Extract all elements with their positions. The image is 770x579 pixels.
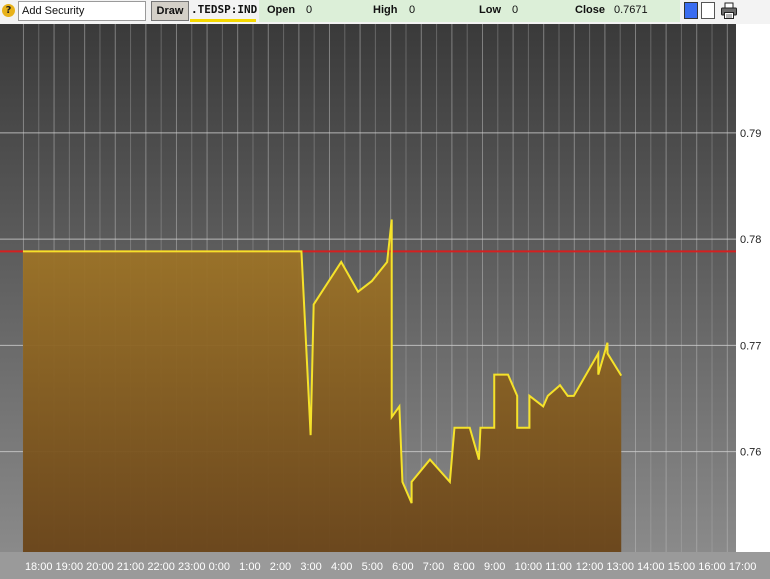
open-label: Open	[267, 4, 296, 16]
x-tick-label: 1:00	[239, 561, 260, 573]
y-tick-label: 0.76	[740, 447, 761, 459]
white-color-swatch[interactable]	[701, 2, 715, 19]
x-tick-label: 5:00	[362, 561, 383, 573]
x-tick-label: 12:00	[576, 561, 604, 573]
x-tick-label: 4:00	[331, 561, 352, 573]
low-value: 0	[512, 4, 519, 16]
x-tick-label: 10:00	[515, 561, 543, 573]
price-chart[interactable]: 0.76 0.77 0.78 0.79 18:00 19:00 20:00 21:00 22:…	[0, 24, 770, 579]
close-label: Close	[575, 4, 605, 16]
x-tick-label: 8:00	[453, 561, 474, 573]
blue-color-swatch[interactable]	[684, 2, 698, 19]
y-tick-label: 0.79	[740, 128, 761, 140]
high-label: High	[373, 4, 398, 16]
x-tick-label: 19:00	[56, 561, 84, 573]
x-tick-label: 9:00	[484, 561, 505, 573]
x-tick-label: 20:00	[86, 561, 114, 573]
quote-bar: Open 0 High 0 Low 0 Close 0.7671	[259, 0, 680, 22]
high-value: 0	[409, 4, 416, 16]
add-security-input[interactable]	[18, 1, 146, 21]
printer-icon[interactable]	[720, 2, 738, 20]
x-tick-label: 22:00	[147, 561, 175, 573]
open-value: 0	[306, 4, 313, 16]
draw-button[interactable]: Draw	[151, 1, 189, 21]
x-tick-label: 21:00	[117, 561, 145, 573]
x-tick-label: 2:00	[270, 561, 291, 573]
y-axis-panel	[736, 24, 770, 552]
x-tick-label: 16:00	[698, 561, 726, 573]
x-tick-label: 7:00	[423, 561, 444, 573]
x-tick-label: 13:00	[606, 561, 634, 573]
y-tick-label: 0.77	[740, 340, 761, 352]
x-tick-label: 11:00	[545, 561, 572, 573]
x-tick-label: 0:00	[209, 561, 230, 573]
x-tick-label: 18:00	[25, 561, 53, 573]
x-tick-label: 3:00	[300, 561, 321, 573]
x-tick-label: 15:00	[668, 561, 696, 573]
toolbar: ? Draw .TEDSP:IND Open 0 High 0 Low 0 Cl…	[0, 0, 770, 24]
y-tick-label: 0.78	[740, 234, 761, 246]
x-tick-label: 6:00	[392, 561, 413, 573]
ticker-label: .TEDSP:IND	[190, 2, 257, 22]
x-tick-label: 23:00	[178, 561, 206, 573]
x-tick-label: 14:00	[637, 561, 665, 573]
help-icon[interactable]: ?	[2, 4, 15, 17]
x-tick-label: 17:00	[729, 561, 757, 573]
close-value: 0.7671	[614, 4, 648, 16]
low-label: Low	[479, 4, 501, 16]
